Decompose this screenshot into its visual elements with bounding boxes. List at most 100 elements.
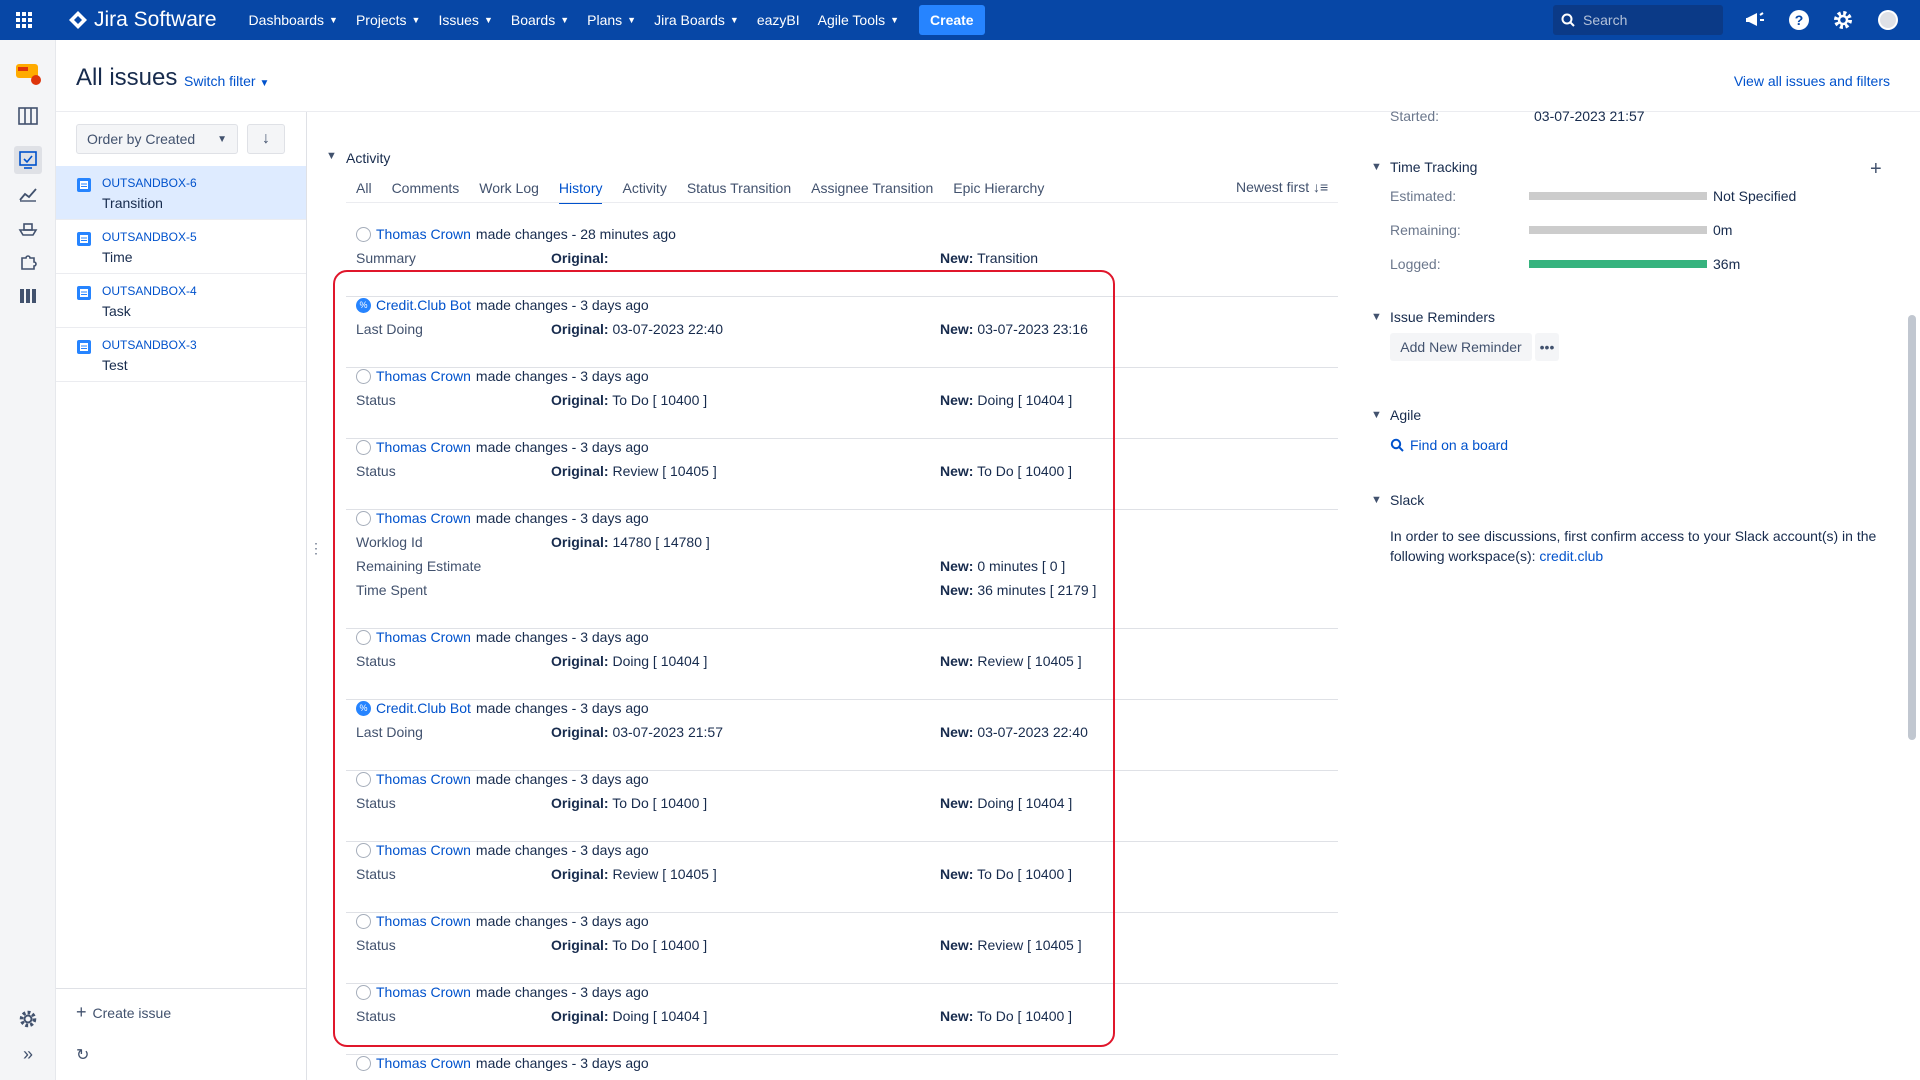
- user-link[interactable]: Thomas Crown: [376, 629, 471, 645]
- new-value: New: 03-07-2023 22:40: [940, 724, 1088, 740]
- time-tracking-chevron-icon[interactable]: ▼: [1371, 161, 1382, 173]
- sort-icon: ↓≡: [1313, 179, 1329, 195]
- create-button[interactable]: Create: [919, 5, 985, 35]
- tab-assignee-transition[interactable]: Assignee Transition: [811, 180, 933, 204]
- agile-chevron-icon[interactable]: ▼: [1371, 409, 1382, 421]
- changed-field-name: Status: [356, 795, 396, 811]
- issues-icon[interactable]: [14, 146, 42, 174]
- new-value: New: Doing [ 10404 ]: [940, 392, 1073, 408]
- more-options-icon[interactable]: •••: [1535, 333, 1559, 361]
- user-link[interactable]: Thomas Crown: [376, 842, 471, 858]
- project-settings-gear-icon[interactable]: [14, 1005, 42, 1033]
- original-value: Original: To Do [ 10400 ]: [551, 392, 708, 408]
- user-link[interactable]: Thomas Crown: [376, 1055, 471, 1071]
- tab-history[interactable]: History: [558, 180, 603, 204]
- issue-list-item[interactable]: OUTSANDBOX-4 Task: [56, 274, 306, 328]
- backlog-columns-icon[interactable]: [14, 282, 42, 310]
- tab-work-log[interactable]: Work Log: [479, 180, 539, 204]
- expand-sidebar-icon[interactable]: »: [14, 1040, 42, 1068]
- search-icon: [1390, 438, 1404, 452]
- nav-item-plans[interactable]: Plans ▼: [587, 12, 636, 28]
- jira-logo[interactable]: Jira Software: [68, 8, 217, 32]
- nav-item-issues[interactable]: Issues ▼: [438, 12, 492, 28]
- issue-list-panel: Order by Created ▼ ↓ OUTSANDBOX-6 Transiti…: [56, 112, 307, 1080]
- settings-gear-icon[interactable]: [1830, 7, 1856, 33]
- add-new-reminder-button[interactable]: Add New Reminder: [1390, 333, 1532, 361]
- change-row: Status Original: Review [ 10405 ] New: To …: [356, 463, 1336, 483]
- reports-icon[interactable]: [14, 180, 42, 208]
- user-link[interactable]: Thomas Crown: [376, 913, 471, 929]
- nav-item-agile-tools[interactable]: Agile Tools ▼: [818, 12, 899, 28]
- change-description: made changes - 3 days ago: [475, 1055, 649, 1071]
- tab-activity[interactable]: Activity: [622, 180, 666, 204]
- sort-direction-button[interactable]: ↓: [247, 124, 285, 154]
- releases-ship-icon[interactable]: [14, 214, 42, 242]
- nav-item-jira-boards[interactable]: Jira Boards ▼: [654, 12, 739, 28]
- refresh-icon[interactable]: ↻: [76, 1045, 89, 1065]
- add-time-plus-icon[interactable]: +: [1870, 158, 1882, 181]
- help-icon[interactable]: ?: [1786, 7, 1812, 33]
- slack-workspace-link[interactable]: credit.club: [1539, 548, 1603, 564]
- user-link[interactable]: Thomas Crown: [376, 439, 471, 455]
- user-link[interactable]: Credit.Club Bot: [376, 700, 471, 716]
- changed-field-name: Status: [356, 937, 396, 953]
- remaining-bar: [1529, 226, 1707, 234]
- scrollbar[interactable]: [1908, 315, 1916, 740]
- nav-item-projects[interactable]: Projects ▼: [356, 12, 421, 28]
- notifications-megaphone-icon[interactable]: [1742, 7, 1768, 33]
- changed-field-name: Remaining Estimate: [356, 558, 482, 574]
- user-link[interactable]: Thomas Crown: [376, 368, 471, 384]
- issue-list-item[interactable]: OUTSANDBOX-6 Transition: [56, 166, 306, 220]
- user-avatar-icon: [356, 629, 371, 645]
- issue-list-item[interactable]: OUTSANDBOX-3 Test: [56, 328, 306, 382]
- issue-key[interactable]: OUTSANDBOX-4: [102, 284, 197, 298]
- switch-filter-button[interactable]: Switch filter ▼: [184, 73, 269, 89]
- nav-item-eazybi[interactable]: eazyBI: [757, 12, 800, 28]
- panel-resize-handle[interactable]: ⋮: [309, 540, 323, 557]
- estimated-value: Not Specified: [1713, 188, 1797, 204]
- tab-all[interactable]: All: [356, 180, 372, 204]
- issue-key[interactable]: OUTSANDBOX-6: [102, 176, 197, 190]
- issue-summary: Transition: [102, 195, 163, 211]
- slack-chevron-icon[interactable]: ▼: [1371, 494, 1382, 506]
- view-all-issues-link[interactable]: View all issues and filters: [1734, 73, 1890, 89]
- nav-item-dashboards[interactable]: Dashboards ▼: [249, 12, 338, 28]
- board-icon[interactable]: [14, 102, 42, 130]
- components-puzzle-icon[interactable]: [14, 248, 42, 276]
- tab-status-transition[interactable]: Status Transition: [687, 180, 791, 204]
- list-divider: [56, 988, 306, 989]
- issue-key[interactable]: OUTSANDBOX-3: [102, 338, 197, 352]
- user-link[interactable]: Thomas Crown: [376, 771, 471, 787]
- user-avatar[interactable]: [1875, 7, 1901, 33]
- history-entry: Thomas Crown made changes - 3 days ago Wor…: [346, 510, 1338, 629]
- create-issue-button[interactable]: + Create issue: [76, 1002, 171, 1023]
- new-value: New: To Do [ 10400 ]: [940, 866, 1073, 882]
- issue-list-item[interactable]: OUTSANDBOX-5 Time: [56, 220, 306, 274]
- nav-item-boards[interactable]: Boards ▼: [511, 12, 569, 28]
- history-entry: % Credit.Club Bot made changes - 3 days ag…: [346, 700, 1338, 771]
- arrow-down-icon: ↓: [262, 130, 270, 147]
- change-description: made changes - 3 days ago: [475, 842, 649, 858]
- find-on-board-link[interactable]: Find on a board: [1390, 437, 1508, 453]
- history-entry-header: Thomas Crown made changes - 3 days ago: [356, 439, 649, 455]
- order-by-select[interactable]: Order by Created ▼: [76, 124, 238, 154]
- search-input[interactable]: Search: [1553, 5, 1723, 35]
- user-link[interactable]: Thomas Crown: [376, 510, 471, 526]
- issue-reminders-heading: Issue Reminders: [1390, 309, 1496, 325]
- history-entry-header: Thomas Crown made changes - 3 days ago: [356, 984, 649, 1000]
- user-link[interactable]: Thomas Crown: [376, 984, 471, 1000]
- change-description: made changes - 28 minutes ago: [475, 226, 676, 242]
- user-link[interactable]: Credit.Club Bot: [376, 297, 471, 313]
- issue-key[interactable]: OUTSANDBOX-5: [102, 230, 197, 244]
- sort-order-toggle[interactable]: Newest first ↓≡: [1236, 179, 1328, 195]
- plus-icon: +: [76, 1002, 87, 1022]
- app-switcher-icon[interactable]: [0, 0, 48, 40]
- tab-comments[interactable]: Comments: [392, 180, 460, 204]
- change-description: made changes - 3 days ago: [475, 629, 649, 645]
- reminders-chevron-icon[interactable]: ▼: [1371, 311, 1382, 323]
- project-avatar-icon[interactable]: [14, 58, 42, 86]
- chevron-down-icon: ▼: [890, 15, 900, 25]
- tab-epic-hierarchy[interactable]: Epic Hierarchy: [953, 180, 1044, 204]
- user-link[interactable]: Thomas Crown: [376, 226, 471, 242]
- activity-collapse-chevron-icon[interactable]: ▼: [326, 150, 337, 162]
